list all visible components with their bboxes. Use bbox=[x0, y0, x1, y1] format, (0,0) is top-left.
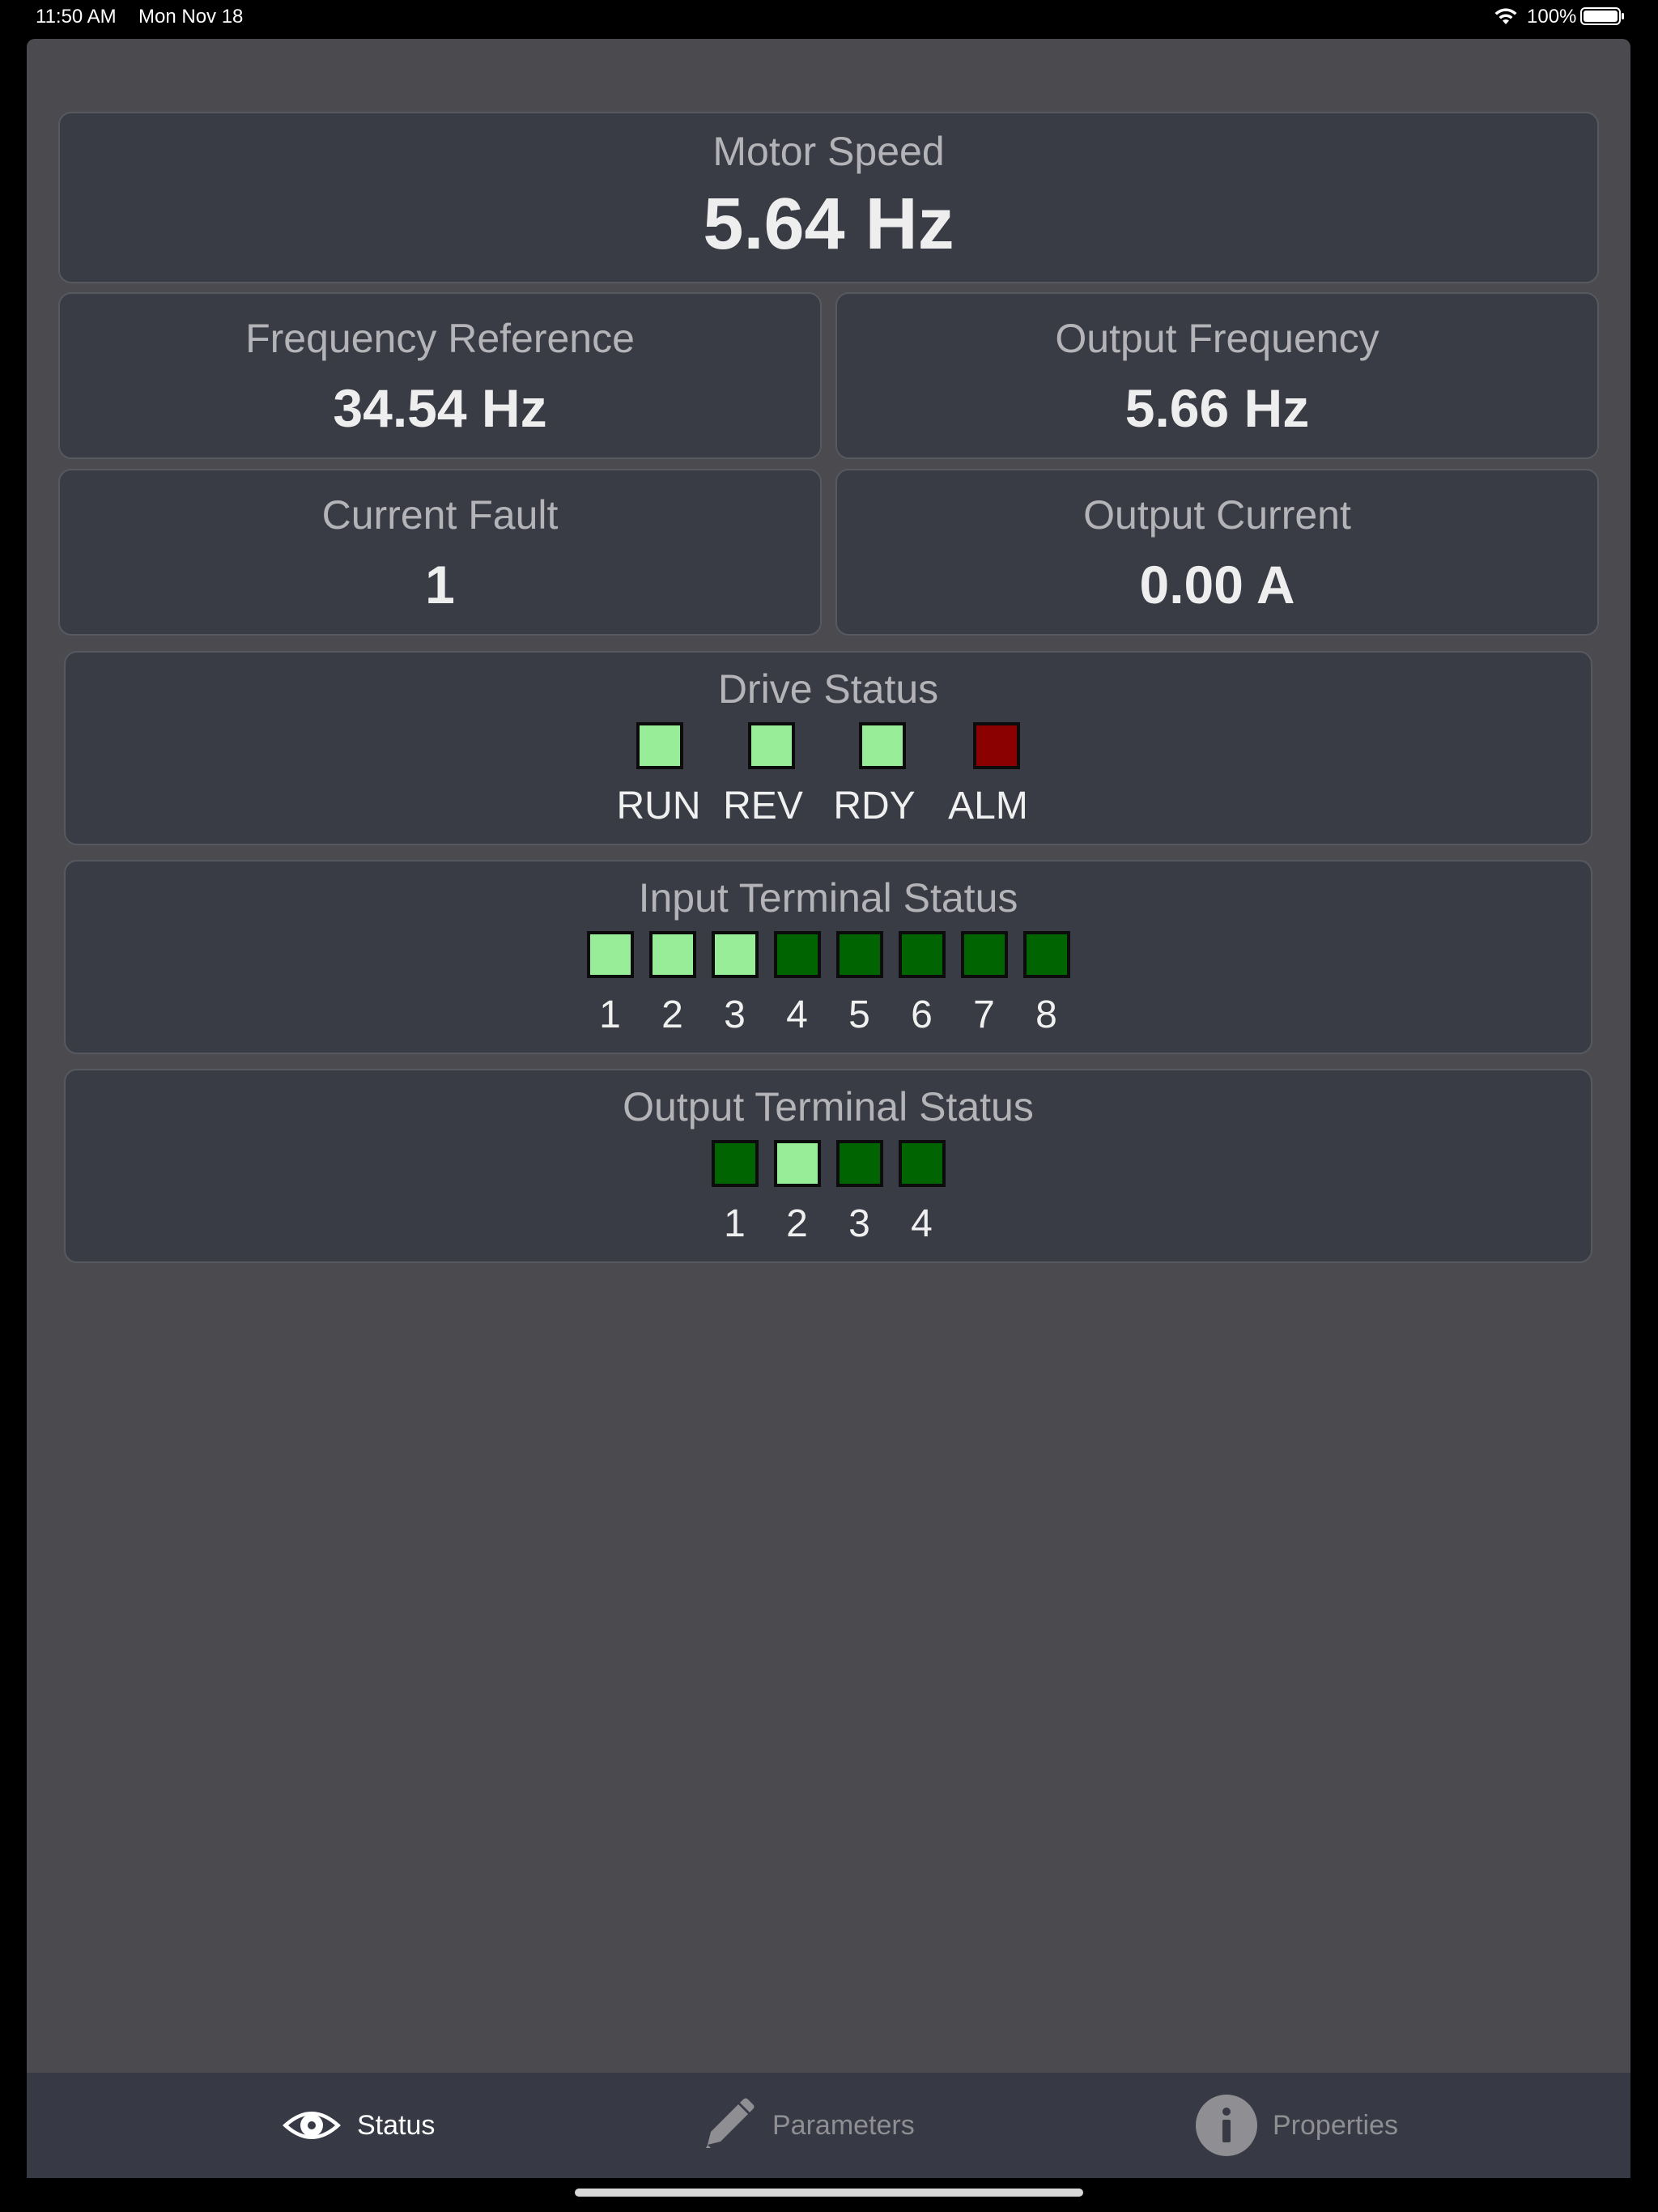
drive-status-labels: RUN REV RDY ALM bbox=[66, 787, 1591, 826]
current-fault-value: 1 bbox=[425, 555, 455, 615]
input-terminal-1-indicator bbox=[586, 931, 634, 978]
current-fault-card: Current Fault 1 bbox=[58, 469, 822, 636]
output-terminal-labels: 1 2 3 4 bbox=[66, 1205, 1591, 1244]
frequency-reference-card: Frequency Reference 34.54 Hz bbox=[58, 292, 822, 459]
current-fault-label: Current Fault bbox=[321, 492, 559, 538]
info-icon bbox=[1196, 2095, 1257, 2156]
output-terminal-status-card: Output Terminal Status 1 2 3 4 bbox=[64, 1069, 1592, 1263]
input-terminal-labels: 1 2 3 4 5 6 7 8 bbox=[66, 996, 1591, 1035]
input-terminal-2-indicator bbox=[648, 931, 696, 978]
eye-icon bbox=[283, 2112, 341, 2139]
input-terminal-leds bbox=[66, 931, 1591, 978]
input-terminal-7-label: 7 bbox=[973, 993, 995, 1036]
input-terminal-4-indicator bbox=[773, 931, 821, 978]
battery-icon bbox=[1580, 7, 1624, 25]
rdy-label: RDY bbox=[833, 785, 916, 827]
input-terminal-8-label: 8 bbox=[1035, 993, 1057, 1036]
output-terminal-2-indicator bbox=[773, 1140, 821, 1187]
output-frequency-label: Output Frequency bbox=[1055, 316, 1380, 361]
input-terminal-6-label: 6 bbox=[911, 993, 933, 1036]
output-terminal-1-indicator bbox=[711, 1140, 759, 1187]
tab-bar: Status Parameters Properties bbox=[27, 2073, 1630, 2178]
frequency-reference-label: Frequency Reference bbox=[245, 316, 635, 361]
run-indicator bbox=[636, 722, 683, 769]
input-terminal-1-label: 1 bbox=[599, 993, 621, 1036]
input-terminal-2-label: 2 bbox=[661, 993, 683, 1036]
drive-status-card: Drive Status RUN REV RDY ALM bbox=[64, 651, 1592, 845]
output-current-value: 0.00 A bbox=[1139, 555, 1295, 615]
input-terminal-7-indicator bbox=[960, 931, 1008, 978]
input-terminal-3-label: 3 bbox=[724, 993, 746, 1036]
status-date: Mon Nov 18 bbox=[138, 6, 244, 28]
input-terminal-status-title: Input Terminal Status bbox=[638, 875, 1018, 921]
rev-label: REV bbox=[723, 785, 803, 827]
drive-status-leds bbox=[66, 722, 1591, 769]
status-time: 11:50 AM bbox=[36, 6, 117, 28]
wifi-icon bbox=[1494, 8, 1517, 24]
run-label: RUN bbox=[616, 785, 701, 827]
home-indicator bbox=[575, 2189, 1083, 2197]
status-bar: 11:50 AM Mon Nov 18 100% bbox=[0, 0, 1658, 37]
tab-properties-label: Properties bbox=[1273, 2109, 1398, 2141]
motor-speed-card: Motor Speed 5.64 Hz bbox=[58, 112, 1599, 283]
tab-parameters[interactable]: Parameters bbox=[696, 2073, 915, 2178]
motor-speed-label: Motor Speed bbox=[712, 129, 945, 174]
output-terminal-4-indicator bbox=[898, 1140, 946, 1187]
output-terminal-leds bbox=[66, 1140, 1591, 1187]
output-terminal-4-label: 4 bbox=[911, 1202, 933, 1245]
input-terminal-status-card: Input Terminal Status 1 2 3 4 5 6 7 8 bbox=[64, 860, 1592, 1054]
alm-indicator bbox=[973, 722, 1020, 769]
output-frequency-card: Output Frequency 5.66 Hz bbox=[835, 292, 1599, 459]
rev-indicator bbox=[748, 722, 795, 769]
output-terminal-2-label: 2 bbox=[786, 1202, 808, 1245]
tab-status-label: Status bbox=[357, 2109, 436, 2141]
input-terminal-5-indicator bbox=[835, 931, 883, 978]
input-terminal-6-indicator bbox=[898, 931, 946, 978]
input-terminal-8-indicator bbox=[1022, 931, 1070, 978]
battery-percent: 100% bbox=[1527, 6, 1577, 28]
frequency-reference-value: 34.54 Hz bbox=[333, 378, 547, 438]
input-terminal-5-label: 5 bbox=[848, 993, 870, 1036]
motor-speed-value: 5.64 Hz bbox=[703, 184, 954, 265]
tab-properties[interactable]: Properties bbox=[1195, 2073, 1398, 2178]
pencil-icon bbox=[706, 2098, 755, 2148]
drive-status-title: Drive Status bbox=[717, 666, 939, 712]
output-terminal-1-label: 1 bbox=[724, 1202, 746, 1245]
input-terminal-4-label: 4 bbox=[786, 993, 808, 1036]
input-terminal-3-indicator bbox=[711, 931, 759, 978]
output-frequency-value: 5.66 Hz bbox=[1124, 378, 1310, 438]
output-current-card: Output Current 0.00 A bbox=[835, 469, 1599, 636]
output-terminal-3-label: 3 bbox=[848, 1202, 870, 1245]
tab-status[interactable]: Status bbox=[281, 2073, 435, 2178]
output-terminal-status-title: Output Terminal Status bbox=[623, 1084, 1034, 1129]
output-current-label: Output Current bbox=[1083, 492, 1351, 538]
main-panel: Motor Speed 5.64 Hz Frequency Reference … bbox=[27, 39, 1630, 2176]
output-terminal-3-indicator bbox=[835, 1140, 883, 1187]
tab-parameters-label: Parameters bbox=[772, 2109, 915, 2141]
alm-label: ALM bbox=[948, 785, 1028, 827]
rdy-indicator bbox=[859, 722, 906, 769]
